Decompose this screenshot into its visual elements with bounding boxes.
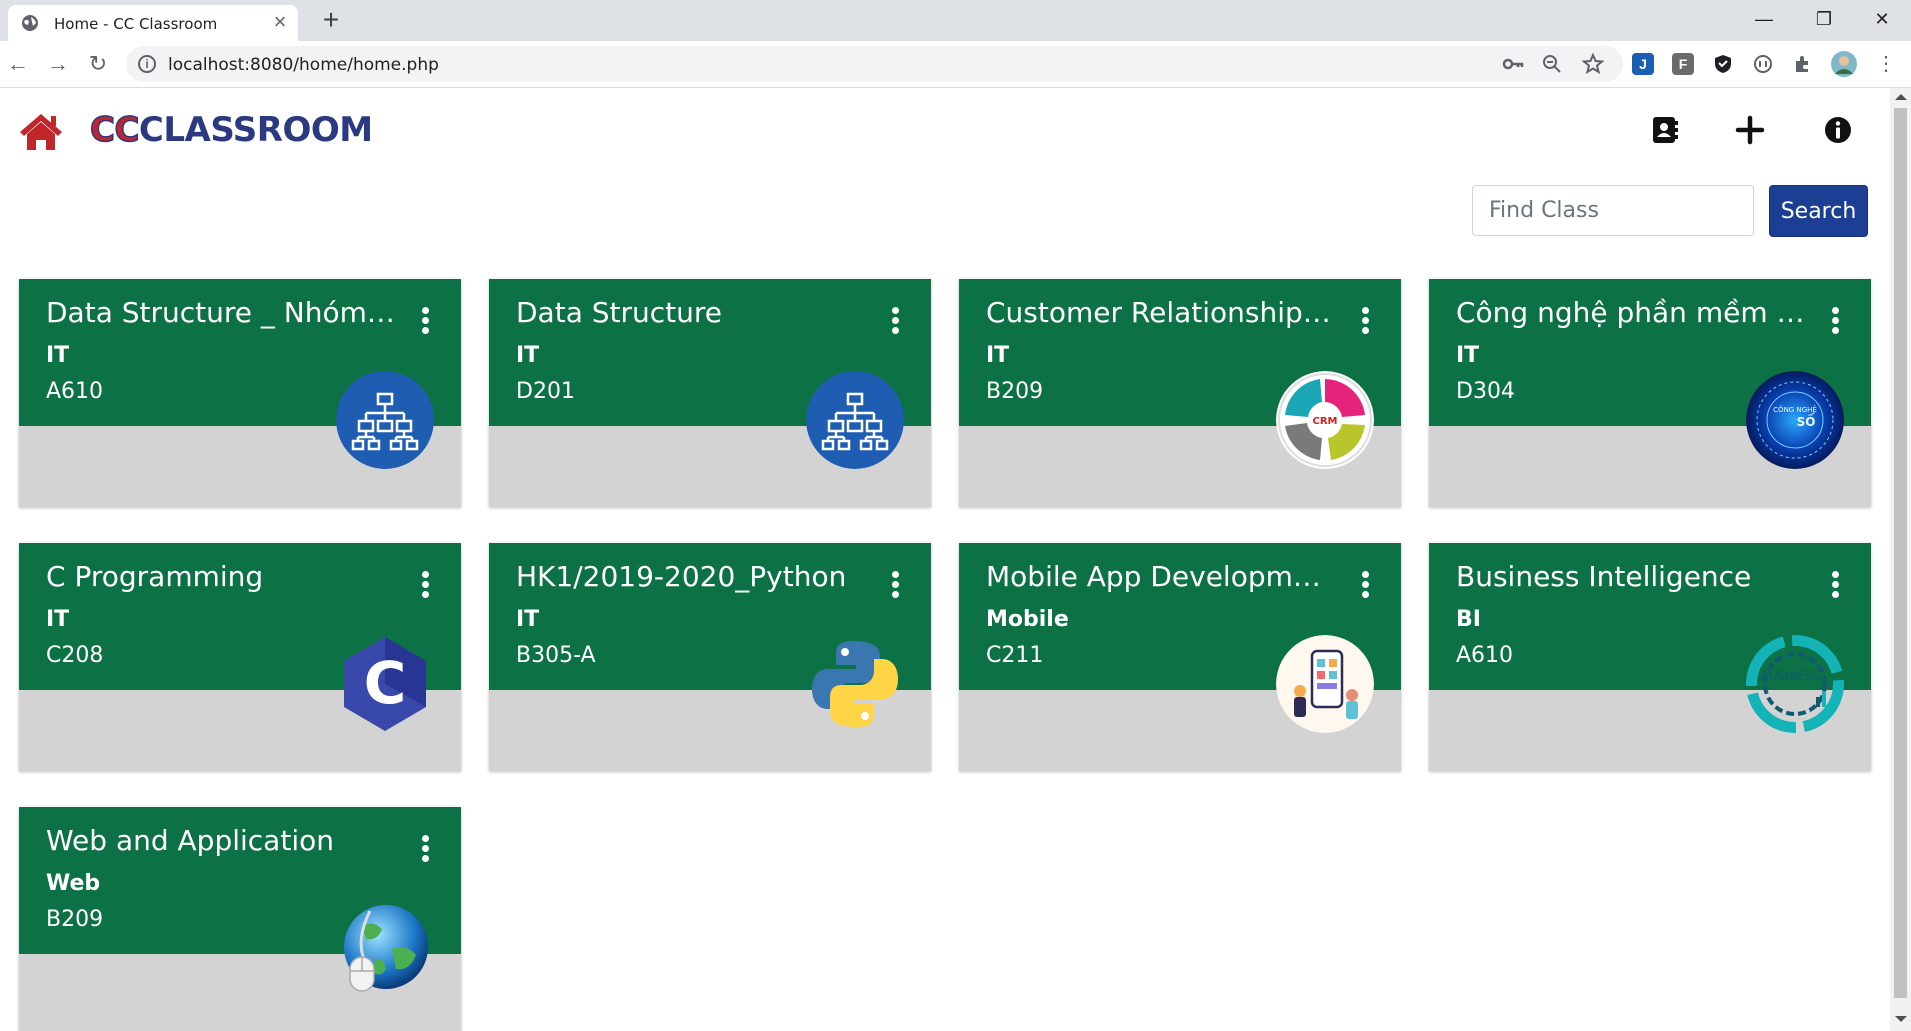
class-room: C211: [986, 643, 1044, 668]
globe-mouse-image: [344, 905, 428, 992]
globe-icon: [22, 15, 38, 31]
info-icon[interactable]: [1822, 114, 1854, 146]
brand-cc: CC: [89, 109, 140, 151]
crm-cycle-image: CRM: [1276, 371, 1374, 469]
class-subject: IT: [1456, 343, 1480, 368]
star-icon[interactable]: [1581, 52, 1605, 76]
more-options-icon[interactable]: [1359, 571, 1371, 603]
search-button[interactable]: Search: [1769, 185, 1868, 237]
class-subject: Web: [46, 871, 101, 896]
brand-classroom: CLASSROOM: [138, 110, 373, 150]
profile-avatar[interactable]: [1830, 50, 1858, 78]
reload-icon[interactable]: ↻: [82, 48, 114, 80]
class-card[interactable]: Business Intelligence BI A610 BUSINESS: [1429, 543, 1871, 771]
class-card[interactable]: Data Structure _ Nhóm 3 ... IT A610: [19, 279, 461, 507]
class-card[interactable]: Data Structure IT D201: [489, 279, 931, 507]
address-book-icon[interactable]: [1648, 114, 1680, 146]
more-options-icon[interactable]: [1829, 571, 1841, 603]
find-class-input[interactable]: [1472, 185, 1754, 236]
class-name[interactable]: Web and Application: [46, 824, 396, 857]
page-viewport: CCCLASSROOM Search Data Structure _ Nhóm…: [0, 88, 1890, 1031]
class-name[interactable]: Business Intelligence: [1456, 560, 1806, 593]
class-room: B209: [46, 907, 104, 932]
extension-f-icon[interactable]: F: [1672, 53, 1694, 75]
python-logo: [812, 641, 898, 727]
vertical-scrollbar[interactable]: [1890, 88, 1911, 1031]
more-options-icon[interactable]: [889, 307, 901, 339]
class-card[interactable]: Công nghệ phần mềm - H... IT D304 CÔNG N…: [1429, 279, 1871, 507]
more-options-icon[interactable]: [1359, 307, 1371, 339]
plus-icon[interactable]: [1734, 114, 1766, 146]
class-room: B305-A: [516, 643, 596, 668]
site-info-icon[interactable]: i: [138, 55, 156, 73]
extension-icon[interactable]: [1792, 53, 1814, 75]
scroll-up-icon[interactable]: [1895, 94, 1907, 100]
business-chart-image: BUSINESS: [1746, 635, 1844, 733]
class-room: C208: [46, 643, 104, 668]
tech-label-main: SỐ: [1797, 412, 1816, 429]
new-tab-button[interactable]: +: [316, 6, 346, 36]
browser-toolbar: ← → ↻ i localhost:8080/home/home.php J F…: [0, 41, 1911, 88]
class-subject: IT: [986, 343, 1010, 368]
class-name[interactable]: Customer Relationship M...: [986, 296, 1336, 329]
brand-logo[interactable]: CCCLASSROOM: [89, 109, 373, 154]
more-options-icon[interactable]: [419, 571, 431, 603]
hierarchy-icon: [806, 371, 904, 469]
class-name[interactable]: Công nghệ phần mềm - H...: [1456, 296, 1806, 329]
scroll-thumb[interactable]: [1894, 108, 1907, 998]
shield-icon[interactable]: [1712, 53, 1734, 75]
browser-tab[interactable]: Home - CC Classroom ×: [8, 5, 298, 41]
class-card[interactable]: Customer Relationship M... IT B209 CRM: [959, 279, 1401, 507]
class-room: D304: [1456, 379, 1515, 404]
class-card[interactable]: HK1/2019-2020_Python IT B305-A: [489, 543, 931, 771]
extension-j-icon[interactable]: J: [1632, 53, 1654, 75]
class-room: B209: [986, 379, 1044, 404]
class-name[interactable]: Data Structure: [516, 296, 866, 329]
scroll-down-icon[interactable]: [1895, 1016, 1907, 1022]
mobile-app-illustration: [1276, 635, 1374, 733]
business-label: BUSINESS: [1761, 669, 1821, 683]
more-options-icon[interactable]: [419, 307, 431, 339]
more-options-icon[interactable]: [1829, 307, 1841, 339]
class-name[interactable]: Mobile App Development: [986, 560, 1336, 593]
class-card[interactable]: Web and Application Web B209: [19, 807, 461, 1031]
more-options-icon[interactable]: [419, 835, 431, 867]
zoom-icon[interactable]: [1540, 52, 1564, 76]
class-room: A610: [46, 379, 104, 404]
browser-tabbar: Home - CC Classroom × + — ❐ ✕: [0, 0, 1911, 41]
class-subject: IT: [516, 343, 540, 368]
hierarchy-icon: [336, 371, 434, 469]
forward-icon[interactable]: →: [42, 48, 74, 80]
more-options-icon[interactable]: [889, 571, 901, 603]
class-subject: Mobile: [986, 607, 1069, 632]
class-name[interactable]: C Programming: [46, 560, 396, 593]
class-name[interactable]: Data Structure _ Nhóm 3 ...: [46, 296, 396, 329]
class-room: D201: [516, 379, 575, 404]
class-subject: IT: [516, 607, 540, 632]
home-icon[interactable]: [18, 112, 64, 152]
url-text: localhost:8080/home/home.php: [168, 55, 439, 75]
class-room: A610: [1456, 643, 1514, 668]
class-name[interactable]: HK1/2019-2020_Python: [516, 560, 866, 593]
class-card[interactable]: Mobile App Development Mobile C211: [959, 543, 1401, 771]
tab-title: Home - CC Classroom: [54, 15, 218, 33]
class-subject: IT: [46, 343, 70, 368]
c-letter: C: [364, 649, 407, 717]
class-subject: BI: [1456, 607, 1481, 632]
back-icon[interactable]: ←: [2, 48, 34, 80]
tech-label-top: CÔNG NGHỆ: [1773, 405, 1817, 414]
address-bar[interactable]: i localhost:8080/home/home.php: [126, 46, 1623, 82]
minimize-button[interactable]: —: [1744, 4, 1784, 34]
key-icon[interactable]: [1501, 52, 1525, 76]
class-subject: IT: [46, 607, 70, 632]
close-window-button[interactable]: ✕: [1862, 4, 1902, 34]
restore-button[interactable]: ❐: [1804, 4, 1844, 34]
menu-icon[interactable]: ⋮: [1870, 48, 1902, 80]
class-card[interactable]: C Programming IT C208 C: [19, 543, 461, 771]
c-language-logo: C: [344, 637, 426, 731]
extension-circle-icon[interactable]: [1752, 53, 1774, 75]
tech-circle-image: CÔNG NGHỆ SỐ: [1746, 371, 1844, 469]
tab-close-icon[interactable]: ×: [268, 11, 292, 35]
crm-label: CRM: [1313, 416, 1338, 427]
